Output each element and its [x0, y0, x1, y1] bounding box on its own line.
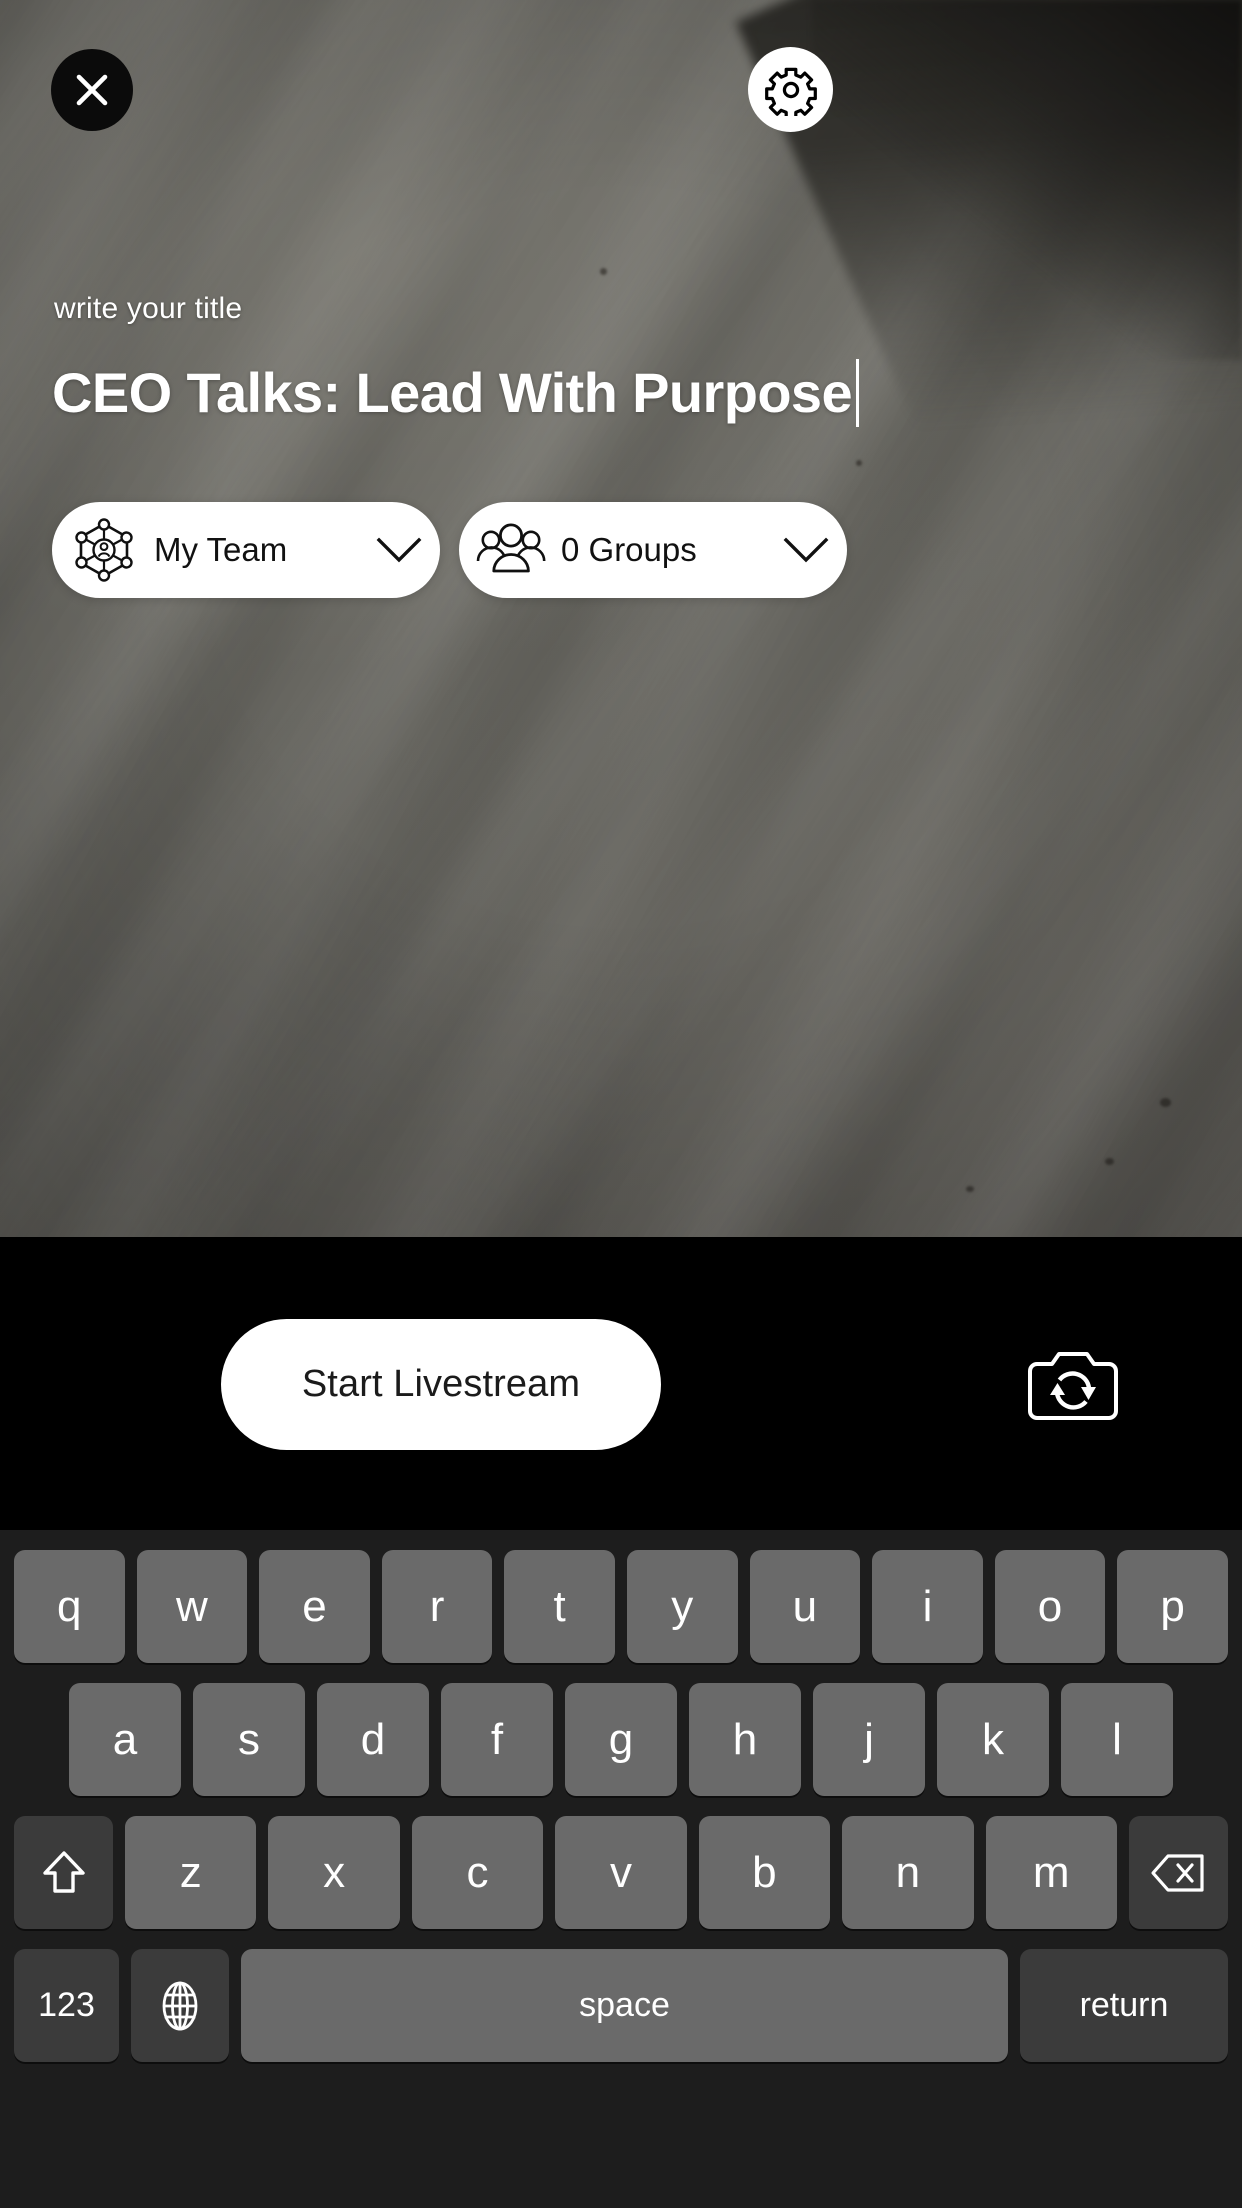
onscreen-keyboard: q w e r t y u i o p a s d f g h j k l z …: [0, 1530, 1242, 2208]
camera-preview: write your title CEO Talks: Lead With Pu…: [0, 0, 1242, 1237]
key-j[interactable]: j: [813, 1683, 925, 1796]
globe-icon: [156, 1978, 204, 2034]
groups-selector-label: 0 Groups: [561, 531, 697, 568]
app-screen: write your title CEO Talks: Lead With Pu…: [0, 0, 1242, 2208]
key-o[interactable]: o: [994, 1550, 1106, 1663]
close-button[interactable]: [51, 49, 133, 131]
text-caret: [856, 359, 860, 427]
key-p[interactable]: p: [1117, 1550, 1228, 1663]
key-shift[interactable]: [14, 1816, 113, 1929]
key-space[interactable]: space: [241, 1949, 1008, 2062]
settings-button[interactable]: [748, 47, 833, 132]
start-livestream-label: Start Livestream: [301, 1363, 581, 1405]
key-f[interactable]: f: [441, 1683, 553, 1796]
key-i[interactable]: i: [872, 1550, 983, 1663]
key-m[interactable]: m: [985, 1816, 1117, 1929]
title-input[interactable]: CEO Talks: Lead With Purpose: [52, 355, 860, 431]
key-q[interactable]: q: [14, 1550, 125, 1663]
key-d[interactable]: d: [317, 1683, 429, 1796]
key-v[interactable]: v: [555, 1816, 687, 1929]
key-backspace[interactable]: [1128, 1816, 1228, 1929]
gear-icon: [764, 64, 817, 116]
key-u[interactable]: u: [749, 1550, 861, 1663]
key-r[interactable]: r: [381, 1550, 493, 1663]
key-s[interactable]: s: [193, 1683, 305, 1796]
key-h[interactable]: h: [689, 1683, 801, 1796]
key-e[interactable]: e: [259, 1550, 370, 1663]
key-a[interactable]: a: [69, 1683, 181, 1796]
shift-arrow-icon: [41, 1848, 87, 1898]
close-x-icon: [68, 66, 116, 114]
groups-selector[interactable]: 0 Groups: [459, 502, 847, 598]
key-c[interactable]: c: [411, 1816, 544, 1929]
key-z[interactable]: z: [125, 1816, 257, 1929]
keyboard-row-2: a s d f g h j k l: [0, 1683, 1242, 1796]
key-g[interactable]: g: [565, 1683, 677, 1796]
camera-flip-icon: [1023, 1349, 1123, 1430]
key-return[interactable]: return: [1020, 1949, 1228, 2062]
key-w[interactable]: w: [136, 1550, 248, 1663]
key-n[interactable]: n: [842, 1816, 974, 1929]
key-y[interactable]: y: [626, 1550, 738, 1663]
team-selector[interactable]: My Team: [52, 502, 440, 598]
chevron-down-icon: [366, 535, 432, 565]
flip-camera-button[interactable]: [1019, 1349, 1127, 1429]
team-network-icon: [68, 514, 140, 586]
chevron-down-icon: [773, 535, 839, 565]
team-selector-label: My Team: [154, 531, 288, 568]
keyboard-row-4: 123 space return: [0, 1949, 1242, 2062]
title-hint-label: write your title: [54, 292, 243, 325]
keyboard-row-3: z x c v b n m: [0, 1816, 1242, 1929]
key-x[interactable]: x: [268, 1816, 400, 1929]
key-globe[interactable]: [131, 1949, 229, 2062]
title-input-value: CEO Talks: Lead With Purpose: [52, 361, 853, 424]
key-b[interactable]: b: [698, 1816, 831, 1929]
start-livestream-button[interactable]: Start Livestream: [221, 1319, 661, 1450]
backspace-icon: [1150, 1851, 1206, 1895]
key-l[interactable]: l: [1061, 1683, 1173, 1796]
key-numbers[interactable]: 123: [14, 1949, 119, 2062]
groups-people-icon: [475, 514, 547, 586]
keyboard-row-1: q w e r t y u i o p: [0, 1550, 1242, 1663]
camera-preview-vignette: [0, 0, 1242, 1237]
key-t[interactable]: t: [504, 1550, 615, 1663]
key-k[interactable]: k: [937, 1683, 1049, 1796]
